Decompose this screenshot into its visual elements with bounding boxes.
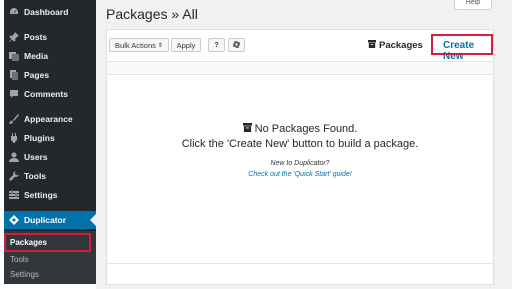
new-to-duplicator-text: New to Duplicator? [270,160,330,167]
archive-icon [368,40,379,51]
bulk-actions-select[interactable]: Bulk Actions ⇕ [109,38,169,52]
sidebar-item-label: Tools [24,171,47,181]
main-content: Packages » All Help Bulk Actions ⇕ Apply… [96,0,512,289]
page-title: Packages » All [106,6,198,22]
settings-icon [9,190,19,200]
archive-icon [242,123,255,135]
submenu-item-settings[interactable]: Settings [4,267,96,282]
user-icon [9,152,19,162]
empty-state-description: Click the 'Create New' button to build a… [181,138,419,150]
sidebar-item-label: Dashboard [24,7,69,17]
sidebar-item-label: Duplicator [24,215,67,225]
quick-start-link[interactable]: Check out the 'Quick Start' guide! [107,171,493,178]
divider [107,263,493,264]
sidebar-item-comments[interactable]: Comments [4,85,96,103]
empty-state-title: No Packages Found. [107,123,493,135]
sidebar-item-plugins[interactable]: Plugins [4,129,96,147]
sidebar-item-settings[interactable]: Settings [4,186,96,204]
sidebar-item-media[interactable]: Media [4,47,96,65]
wrench-icon [9,171,19,181]
sidebar-item-users[interactable]: Users [4,148,96,166]
sidebar-item-label: Plugins [24,133,55,143]
duplicator-icon [9,215,19,225]
sidebar-item-label: Users [24,152,48,162]
question-icon: ? [214,41,219,49]
sidebar-item-pages[interactable]: Pages [4,66,96,84]
comment-icon [9,89,19,99]
updown-chevron-icon: ⇕ [157,42,163,49]
settings-button[interactable] [228,38,245,52]
sidebar-item-dashboard[interactable]: Dashboard [4,3,96,21]
create-new-highlight-box [431,34,493,55]
apply-button[interactable]: Apply [171,38,201,52]
gear-icon [232,40,241,50]
plugin-icon [9,133,19,143]
admin-sidebar: Dashboard Posts Media Pages Comments App… [4,0,96,284]
packages-heading: Packages [368,40,423,51]
dashboard-icon [9,7,19,17]
packages-panel: Bulk Actions ⇕ Apply ? Packages Create N… [106,29,494,285]
sidebar-item-duplicator[interactable]: Duplicator [4,211,96,229]
sidebar-item-label: Posts [24,32,48,42]
media-icon [9,51,19,61]
sidebar-item-tools[interactable]: Tools [4,167,96,185]
submenu-item-tools[interactable]: Tools [4,252,96,267]
brush-icon [9,114,19,124]
sidebar-item-label: Media [24,51,49,61]
help-button[interactable]: ? [208,38,225,52]
sidebar-item-label: Settings [24,190,58,200]
pages-icon [9,70,19,80]
sidebar-item-label: Appearance [24,114,73,124]
sidebar-item-label: Pages [24,70,50,80]
help-tab[interactable]: Help [454,0,492,10]
sidebar-item-posts[interactable]: Posts [4,28,96,46]
table-header [107,62,493,75]
packages-highlight-box [4,233,91,252]
pin-icon [9,32,19,42]
sidebar-item-appearance[interactable]: Appearance [4,110,96,128]
sidebar-item-label: Comments [24,89,68,99]
